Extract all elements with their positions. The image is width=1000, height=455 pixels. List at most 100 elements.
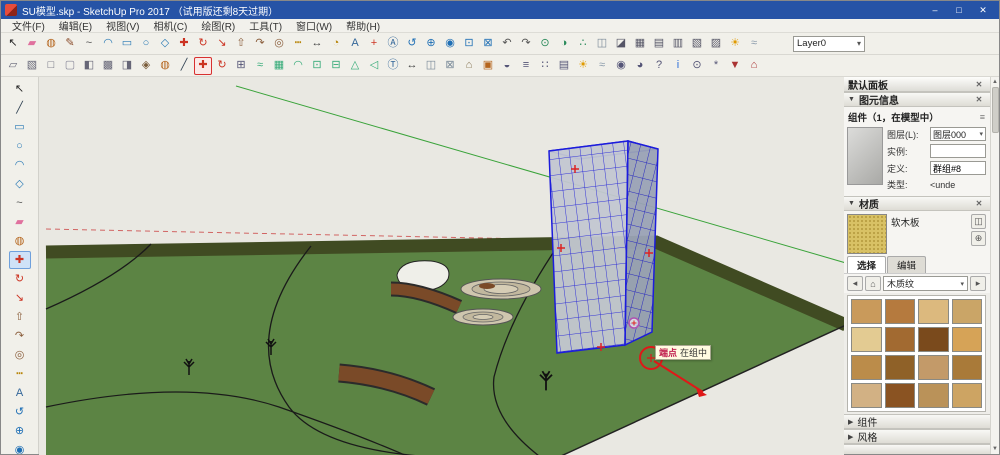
minimize-button[interactable]: – — [923, 2, 947, 18]
tool-walk[interactable]: ∴ — [574, 35, 592, 53]
tool-offset[interactable]: ◎ — [270, 35, 288, 53]
tab-select[interactable]: 选择 — [847, 256, 886, 273]
wood-swatch[interactable] — [918, 355, 949, 380]
tool-eraser[interactable]: ▰ — [9, 213, 31, 231]
tool-orbit[interactable]: ↺ — [403, 35, 421, 53]
toggle-fog[interactable]: ≈ — [745, 35, 763, 53]
tool-text[interactable]: A — [346, 35, 364, 53]
tool-pan[interactable]: ⊕ — [422, 35, 440, 53]
tool-zoom[interactable]: ◉ — [9, 441, 31, 454]
tool-tape-measure[interactable]: ┅ — [289, 35, 307, 53]
home-icon[interactable]: ⌂ — [865, 276, 881, 291]
tool-axes[interactable]: + — [365, 35, 383, 53]
instructor[interactable]: ? — [650, 57, 668, 75]
tool-position-camera[interactable]: ⊙ — [536, 35, 554, 53]
tool-next-view[interactable]: ↷ — [517, 35, 535, 53]
tool-rotate-group[interactable]: ↻ — [213, 57, 231, 75]
tool-pan[interactable]: ⊕ — [9, 422, 31, 440]
open-scenes-manager[interactable]: ▤ — [555, 57, 573, 75]
section-entity-info-header[interactable]: ▼ 图元信息 ✕ — [843, 92, 990, 107]
tool-line[interactable]: ╱ — [9, 99, 31, 117]
tool-paint[interactable]: ◍ — [156, 57, 174, 75]
tool-move[interactable]: ✚ — [175, 35, 193, 53]
section-components[interactable]: ▶ 组件 — [843, 414, 990, 429]
tool-follow-me[interactable]: ↷ — [9, 327, 31, 345]
tool-zoom[interactable]: ◉ — [441, 35, 459, 53]
tool-follow-me[interactable]: ↷ — [251, 35, 269, 53]
tool-circle[interactable]: ○ — [137, 35, 155, 53]
material-collection-dropdown[interactable]: 木质纹 ▾ — [883, 276, 968, 291]
close-button[interactable]: ✕ — [971, 2, 995, 18]
tool-polygon[interactable]: ◇ — [156, 35, 174, 53]
menu-draw[interactable]: 绘图(R) — [194, 19, 242, 32]
wood-swatch[interactable] — [851, 327, 882, 352]
tool-move-group[interactable]: ✚ — [194, 57, 212, 75]
tool-scale[interactable]: ↘ — [213, 35, 231, 53]
tool-paint-bucket[interactable]: ◍ — [42, 35, 60, 53]
details-arrow-icon[interactable]: ▸ — [970, 276, 986, 291]
sandbox-add-detail[interactable]: △ — [346, 57, 364, 75]
tool-freehand[interactable]: ~ — [80, 35, 98, 53]
tab-edit[interactable]: 编辑 — [887, 256, 926, 273]
model-info[interactable]: ⊙ — [688, 57, 706, 75]
sandbox-smoove[interactable]: ◠ — [289, 57, 307, 75]
section-styles[interactable]: ▶ 风格 — [843, 429, 990, 444]
layer-dropdown[interactable]: Layer0 ▾ — [793, 36, 865, 52]
menu-file[interactable]: 文件(F) — [5, 19, 52, 32]
tool-text[interactable]: A — [9, 384, 31, 402]
tool-freehand[interactable]: ~ — [9, 194, 31, 212]
extension-warehouse[interactable]: ▼ — [726, 57, 744, 75]
wood-swatch[interactable] — [952, 383, 983, 408]
tool-make-component[interactable]: ◈ — [137, 57, 155, 75]
tool-3d-text[interactable]: Ⓐ — [384, 35, 402, 53]
panel-scrollbar[interactable]: ▲ ▼ — [990, 77, 999, 454]
tool-orbit[interactable]: ↺ — [9, 403, 31, 421]
tool-pencil[interactable]: ✎ — [61, 35, 79, 53]
wood-swatch[interactable] — [918, 327, 949, 352]
wood-swatch[interactable] — [952, 327, 983, 352]
back-arrow-icon[interactable]: ◂ — [847, 276, 863, 291]
style-back-edges[interactable]: ▧ — [23, 57, 41, 75]
3d-warehouse[interactable]: ⌂ — [745, 57, 763, 75]
wood-swatch[interactable] — [952, 299, 983, 324]
shadow-settings[interactable]: ☀ — [574, 57, 592, 75]
menu-window[interactable]: 窗口(W) — [289, 19, 339, 32]
open-style-browser[interactable]: ◒ — [498, 57, 516, 75]
toggle-shadows[interactable]: ☀ — [726, 35, 744, 53]
tool-array[interactable]: ⊞ — [232, 57, 250, 75]
view-back[interactable]: ▧ — [688, 35, 706, 53]
section-display-toggle[interactable]: ◫ — [422, 57, 440, 75]
tool-paint-bucket[interactable]: ◍ — [9, 232, 31, 250]
viewport[interactable]: 端点在组中 — [39, 77, 842, 454]
tool-polygon[interactable]: ◇ — [9, 175, 31, 193]
match-photo[interactable]: ◉ — [612, 57, 630, 75]
tool-scale[interactable]: ↘ — [9, 289, 31, 307]
section-materials-header[interactable]: ▼ 材质 ✕ — [843, 196, 990, 211]
tool-rotate[interactable]: ↻ — [194, 35, 212, 53]
style-shaded[interactable]: ◧ — [80, 57, 98, 75]
tool-dimension[interactable]: ↔ — [308, 35, 326, 53]
style-wireframe[interactable]: □ — [42, 57, 60, 75]
style-textured[interactable]: ▩ — [99, 57, 117, 75]
sandbox-drape[interactable]: ⊟ — [327, 57, 345, 75]
menu-tools[interactable]: 工具(T) — [242, 19, 289, 32]
tool-3d-text-2[interactable]: Ⓣ — [384, 57, 402, 75]
open-material-browser[interactable]: ▣ — [479, 57, 497, 75]
section-cuts-toggle[interactable]: ⊠ — [441, 57, 459, 75]
wood-swatch[interactable] — [851, 383, 882, 408]
entity-layer-dropdown[interactable]: 图层000 ▾ — [930, 127, 986, 141]
wood-swatch[interactable] — [918, 383, 949, 408]
selected-building-group[interactable] — [549, 141, 658, 353]
tool-offset[interactable]: ◎ — [9, 346, 31, 364]
tool-zoom-extents[interactable]: ⊠ — [479, 35, 497, 53]
tool-zoom-window[interactable]: ⊡ — [460, 35, 478, 53]
view-iso[interactable]: ◪ — [612, 35, 630, 53]
tool-rotate[interactable]: ↻ — [9, 270, 31, 288]
wood-swatch[interactable] — [885, 383, 916, 408]
viewport-canvas[interactable] — [39, 77, 844, 455]
tool-select[interactable]: ↖ — [9, 80, 31, 98]
entity-info-toggle[interactable]: i — [669, 57, 687, 75]
tool-select[interactable]: ↖ — [4, 35, 22, 53]
definition-input[interactable] — [930, 161, 986, 175]
menu-view[interactable]: 视图(V) — [99, 19, 146, 32]
